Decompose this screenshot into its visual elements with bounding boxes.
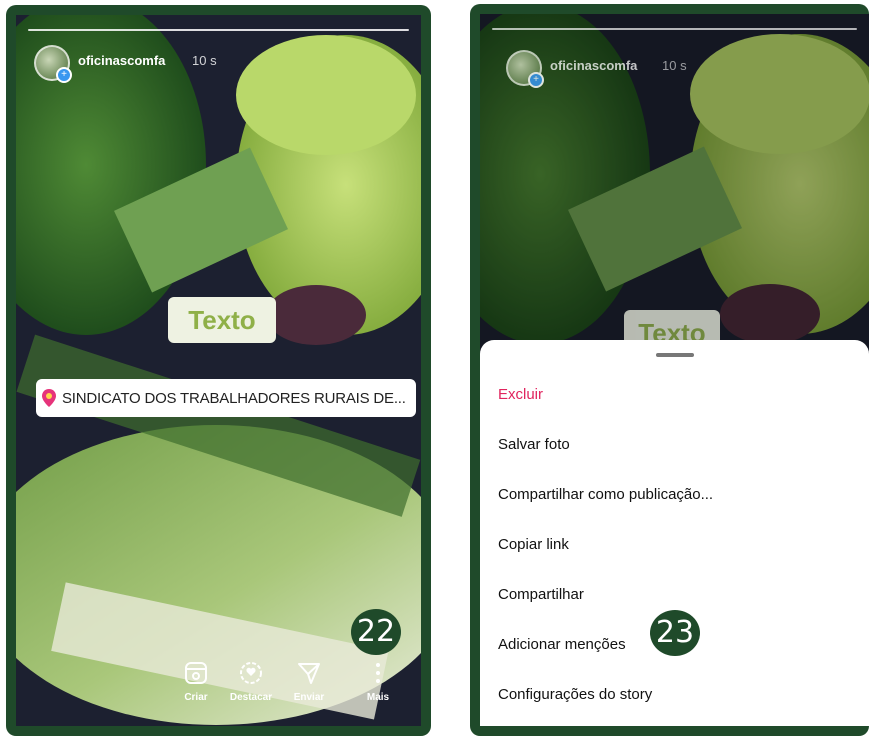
story-options-sheet: Excluir Salvar foto Compartilhar como pu… bbox=[480, 340, 869, 726]
sheet-drag-handle[interactable] bbox=[655, 353, 694, 357]
step-badge-23: 23 bbox=[650, 610, 700, 656]
story-time: 10 s bbox=[192, 53, 217, 68]
create-button[interactable]: Criar bbox=[171, 660, 221, 703]
story-progress-bar bbox=[492, 28, 857, 30]
avatar[interactable]: + bbox=[34, 45, 72, 83]
menu-item-add-mentions[interactable]: Adicionar menções bbox=[498, 636, 626, 653]
story-progress-bar bbox=[28, 29, 409, 31]
left-phone-frame: + oficinascomfa 10 s Texto SINDICATO DOS… bbox=[6, 5, 431, 736]
highlight-button[interactable]: Destacar bbox=[226, 660, 276, 703]
highlight-label: Destacar bbox=[229, 692, 273, 703]
story-viewer-with-menu: + oficinascomfa 10 s Texto Excluir Salva… bbox=[480, 14, 869, 726]
send-button[interactable]: Enviar bbox=[284, 660, 334, 703]
location-pin-icon bbox=[42, 389, 56, 407]
right-phone-frame: + oficinascomfa 10 s Texto Excluir Salva… bbox=[470, 4, 869, 736]
add-story-icon: + bbox=[528, 72, 544, 88]
story-viewer[interactable]: + oficinascomfa 10 s Texto SINDICATO DOS… bbox=[16, 15, 421, 726]
more-label: Mais bbox=[366, 692, 390, 703]
create-label: Criar bbox=[184, 692, 208, 703]
add-story-icon: + bbox=[56, 67, 72, 83]
menu-item-delete[interactable]: Excluir bbox=[498, 386, 543, 403]
more-button[interactable]: Mais bbox=[353, 660, 403, 703]
menu-item-share-as-post[interactable]: Compartilhar como publicação... bbox=[498, 486, 713, 503]
location-sticker[interactable]: SINDICATO DOS TRABALHADORES RURAIS DE... bbox=[36, 379, 416, 417]
story-username: oficinascomfa bbox=[550, 58, 638, 73]
story-time: 10 s bbox=[662, 58, 687, 73]
send-label: Enviar bbox=[293, 692, 325, 703]
avatar: + bbox=[506, 50, 544, 88]
text-sticker[interactable]: Texto bbox=[168, 297, 276, 343]
highlight-icon bbox=[240, 662, 262, 684]
story-username[interactable]: oficinascomfa bbox=[78, 53, 165, 68]
step-badge-22: 22 bbox=[351, 609, 401, 655]
location-label: SINDICATO DOS TRABALHADORES RURAIS DE... bbox=[62, 389, 406, 407]
menu-item-story-settings[interactable]: Configurações do story bbox=[498, 686, 652, 703]
menu-item-copy-link[interactable]: Copiar link bbox=[498, 536, 569, 553]
create-icon bbox=[185, 662, 207, 684]
send-icon bbox=[298, 663, 320, 684]
menu-item-save-photo[interactable]: Salvar foto bbox=[498, 436, 570, 453]
more-icon bbox=[376, 663, 380, 683]
menu-item-share[interactable]: Compartilhar bbox=[498, 586, 584, 603]
